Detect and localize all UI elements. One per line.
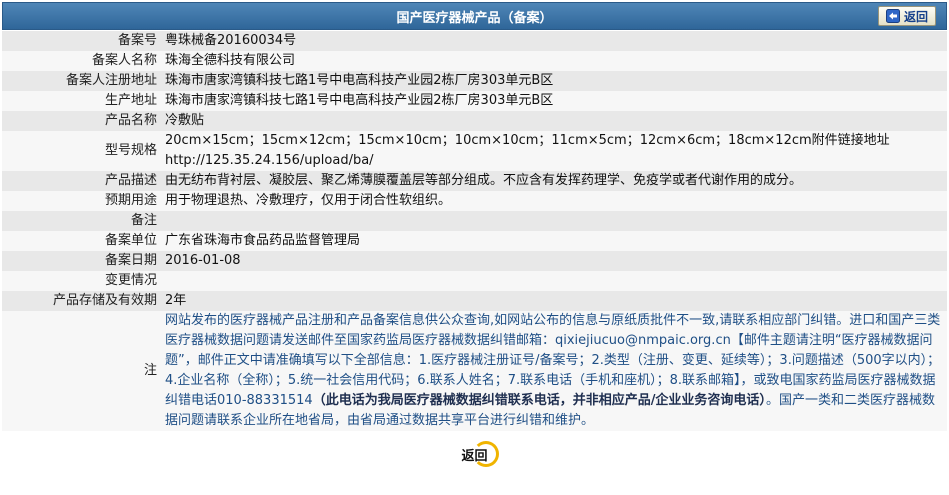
note-row: 注 网站发布的医疗器械产品注册和产品备案信息供公众查询,如网站公布的信息与原纸质…: [2, 311, 947, 431]
field-label: 备案日期: [2, 251, 161, 271]
table-row: 产品存储及有效期 2年: [2, 291, 947, 311]
note-bold: （此电话为我局医疗器械数据纠错联系电话，并非相应产品/企业业务咨询电话）: [312, 393, 766, 408]
table-row: 备案日期 2016-01-08: [2, 251, 947, 271]
field-value: [161, 211, 947, 231]
table-row: 型号规格 20cm×15cm；15cm×12cm；15cm×10cm；10cm×…: [2, 131, 947, 171]
field-label: 变更情况: [2, 271, 161, 291]
field-label: 型号规格: [2, 131, 161, 171]
field-value: 广东省珠海市食品药品监督管理局: [161, 231, 947, 251]
page-title: 国产医疗器械产品（备案）: [396, 10, 553, 26]
field-label: 产品描述: [2, 171, 161, 191]
field-value: [161, 271, 947, 291]
footer: 返回: [0, 436, 949, 472]
table-row: 变更情况: [2, 271, 947, 291]
field-value: 粤珠械备20160034号: [161, 31, 947, 51]
field-label: 预期用途: [2, 191, 161, 211]
note-text: 网站发布的医疗器械产品注册和产品备案信息供公众查询,如网站公布的信息与原纸质批件…: [161, 311, 947, 431]
field-label: 备案号: [2, 31, 161, 51]
table-row: 生产地址 珠海市唐家湾镇科技七路1号中电高科技产业园2栋厂房303单元B区: [2, 91, 947, 111]
field-value: 2016-01-08: [161, 251, 947, 271]
field-value: 用于物理退热、冷敷理疗，仅用于闭合性软组织。: [161, 191, 947, 211]
table-row: 产品描述 由无纺布背衬层、凝胶层、聚乙烯薄膜覆盖层等部分组成。不应含有发挥药理学…: [2, 171, 947, 191]
table-row: 备案人注册地址 珠海市唐家湾镇科技七路1号中电高科技产业园2栋厂房303单元B区: [2, 71, 947, 91]
attachment-link[interactable]: http://125.35.24.156/upload/ba/: [165, 151, 943, 171]
back-button-label: 返回: [903, 9, 928, 24]
field-label: 产品存储及有效期: [2, 291, 161, 311]
page-header: 国产医疗器械产品（备案） 返回: [2, 2, 947, 30]
field-value: 珠海市唐家湾镇科技七路1号中电高科技产业园2栋厂房303单元B区: [161, 91, 947, 111]
table-row: 备案单位 广东省珠海市食品药品监督管理局: [2, 231, 947, 251]
field-value: 珠海全德科技有限公司: [161, 51, 947, 71]
table-row: 备注: [2, 211, 947, 231]
back-arrow-icon: [885, 9, 900, 23]
field-value: 冷敷贴: [161, 111, 947, 131]
back-button-bottom[interactable]: 返回: [453, 441, 499, 467]
model-spec-text: 20cm×15cm；15cm×12cm；15cm×10cm；10cm×10cm；…: [165, 133, 890, 148]
field-value: 珠海市唐家湾镇科技七路1号中电高科技产业园2栋厂房303单元B区: [161, 71, 947, 91]
field-value: 由无纺布背衬层、凝胶层、聚乙烯薄膜覆盖层等部分组成。不应含有发挥药理学、免疫学或…: [161, 171, 947, 191]
field-label: 备案人注册地址: [2, 71, 161, 91]
field-value: 2年: [161, 291, 947, 311]
table-row: 预期用途 用于物理退热、冷敷理疗，仅用于闭合性软组织。: [2, 191, 947, 211]
table-row: 产品名称 冷敷贴: [2, 111, 947, 131]
field-label: 生产地址: [2, 91, 161, 111]
field-label: 备注: [2, 211, 161, 231]
record-table: 备案号 粤珠械备20160034号 备案人名称 珠海全德科技有限公司 备案人注册…: [2, 31, 947, 431]
back-button-bottom-label: 返回: [461, 448, 488, 464]
note-label: 注: [2, 311, 161, 431]
table-row: 备案人名称 珠海全德科技有限公司: [2, 51, 947, 71]
field-label: 产品名称: [2, 111, 161, 131]
field-label: 备案单位: [2, 231, 161, 251]
back-button-top[interactable]: 返回: [878, 6, 936, 26]
field-label: 备案人名称: [2, 51, 161, 71]
table-row: 备案号 粤珠械备20160034号: [2, 31, 947, 51]
field-value: 20cm×15cm；15cm×12cm；15cm×10cm；10cm×10cm；…: [161, 131, 947, 171]
